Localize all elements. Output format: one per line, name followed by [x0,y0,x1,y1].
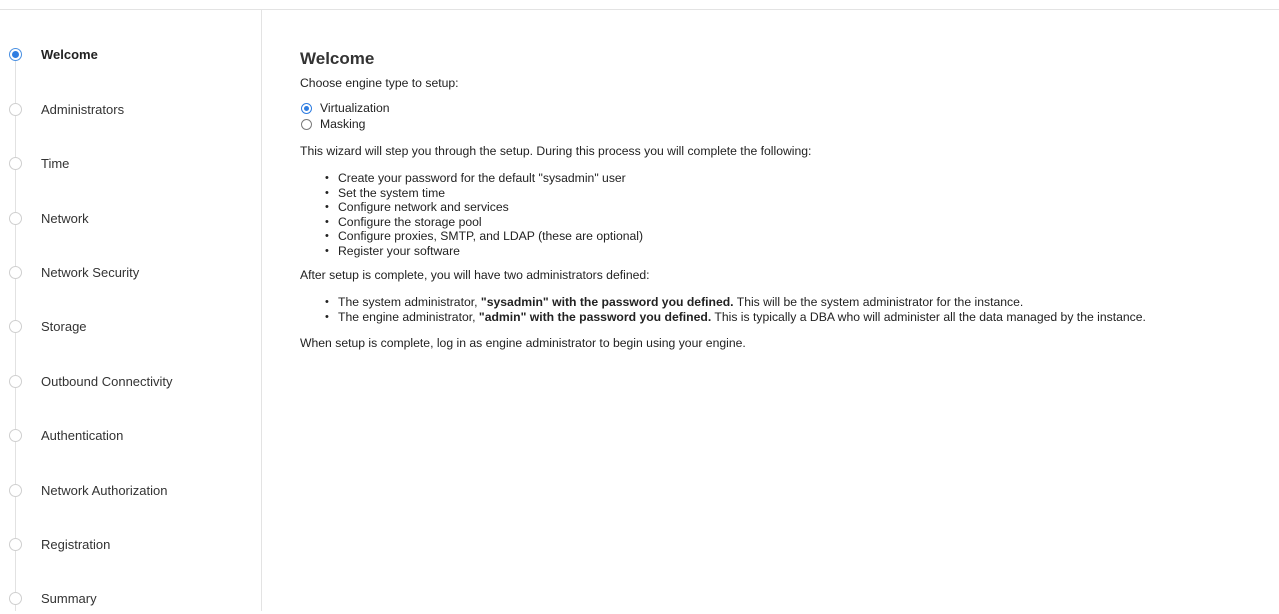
setup-task-list: Create your password for the default "sy… [325,171,1260,258]
step-label: Summary [41,591,97,606]
wizard-intro-text: This wizard will step you through the se… [300,144,812,158]
administrators-list: The system administrator, "sysadmin" wit… [325,295,1260,324]
completion-text: When setup is complete, log in as engine… [300,336,746,350]
step-label: Authentication [41,428,124,443]
admin-suffix: This is typically a DBA who will adminis… [711,309,1146,324]
engine-type-prompt: Choose engine type to setup: [300,76,459,90]
step-storage[interactable]: Storage [0,312,261,342]
radio-unselected-icon[interactable] [301,118,312,130]
step-summary[interactable]: Summary [0,584,261,614]
admin-prefix: The system administrator, [338,295,481,309]
engine-option-masking[interactable]: Masking [300,116,1260,132]
list-item: Register your software [325,244,1260,259]
step-registration[interactable]: Registration [0,530,261,560]
page-title: Welcome [300,49,375,68]
step-indicator-icon [9,538,22,551]
step-indicator-icon [9,484,22,497]
radio-selected-icon[interactable] [301,102,312,114]
welcome-panel: Welcome Choose engine type to setup: Vir… [300,48,1260,351]
setup-steps-sidebar: Welcome Administrators Time Network Netw… [0,10,262,611]
admin-suffix: This will be the system administrator fo… [733,295,1024,309]
admin-prefix: The engine administrator, [338,309,479,324]
step-label: Network Security [41,265,140,280]
step-authentication[interactable]: Authentication [0,421,261,451]
step-active-indicator-icon [9,48,22,61]
step-indicator-icon [9,592,22,605]
step-network-authorization[interactable]: Network Authorization [0,476,261,506]
step-label: Administrators [41,102,125,117]
step-label: Network Authorization [41,483,168,498]
step-outbound-connectivity[interactable]: Outbound Connectivity [0,367,261,397]
step-label: Network [41,211,89,226]
engine-option-label: Virtualization [320,101,390,115]
list-item: Configure the storage pool [325,215,1260,230]
step-indicator-icon [9,375,22,388]
list-item: Configure network and services [325,200,1260,215]
step-label: Storage [41,319,87,334]
engine-option-virtualization[interactable]: Virtualization [300,100,1260,116]
list-item: Create your password for the default "sy… [325,171,1260,186]
engine-type-radio-group: Virtualization Masking [300,100,1260,132]
step-label: Outbound Connectivity [41,374,173,389]
step-label: Registration [41,537,111,552]
admin-emphasis: "sysadmin" with the password you defined… [480,295,734,309]
admins-intro-text: After setup is complete, you will have t… [300,268,650,282]
step-administrators[interactable]: Administrators [0,95,261,125]
step-network[interactable]: Network [0,204,261,234]
list-item: The engine administrator, "admin" with t… [325,310,1260,325]
list-item: Set the system time [325,186,1260,201]
step-label: Welcome [41,47,98,62]
step-time[interactable]: Time [0,149,261,179]
list-item: Configure proxies, SMTP, and LDAP (these… [325,229,1260,244]
step-indicator-icon [9,212,22,225]
step-indicator-icon [9,157,22,170]
step-indicator-icon [9,266,22,279]
engine-option-label: Masking [320,117,366,131]
step-indicator-icon [9,429,22,442]
step-label: Time [41,156,70,171]
step-network-security[interactable]: Network Security [0,258,261,288]
step-indicator-icon [9,103,22,116]
step-welcome[interactable]: Welcome [0,40,261,70]
step-indicator-icon [9,320,22,333]
admin-emphasis: "admin" with the password you defined. [478,309,712,324]
list-item: The system administrator, "sysadmin" wit… [325,295,1260,310]
